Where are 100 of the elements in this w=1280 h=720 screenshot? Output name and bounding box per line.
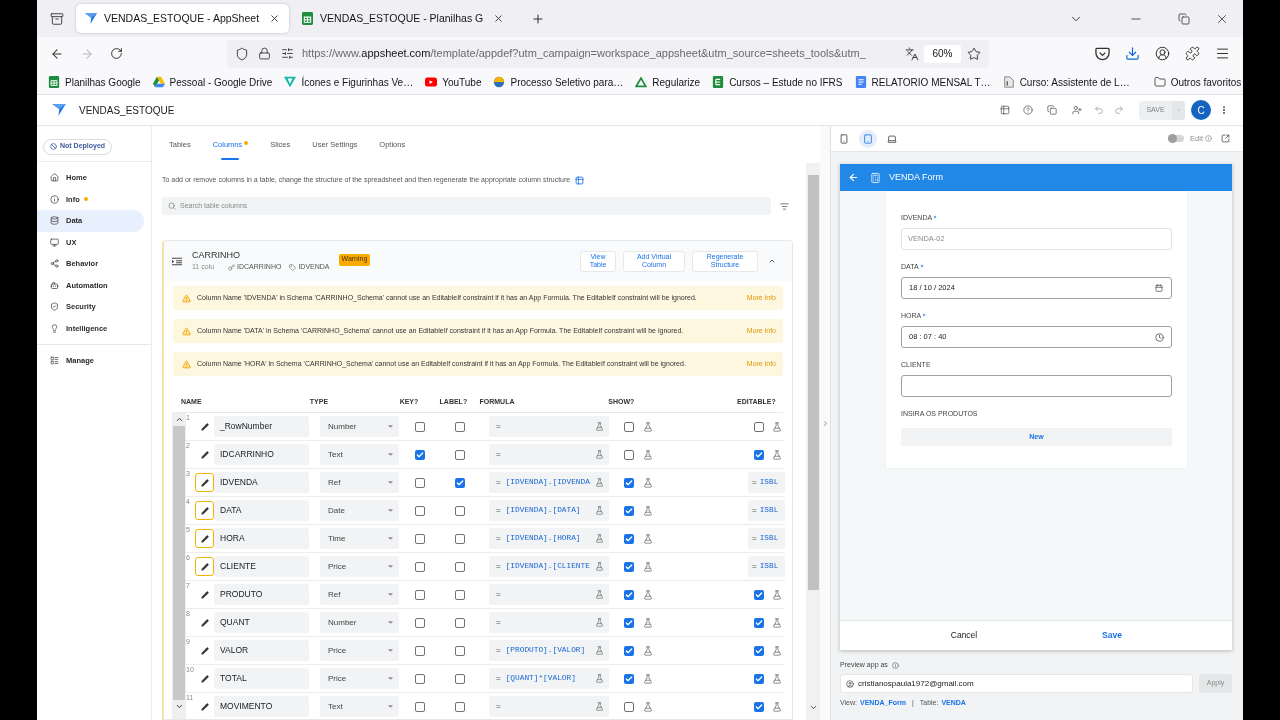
flask-icon[interactable]: [595, 450, 604, 459]
zoom-level-button[interactable]: 60%: [924, 44, 961, 63]
checkbox[interactable]: [455, 533, 465, 544]
type-select[interactable]: Ref: [320, 472, 399, 493]
flask-icon[interactable]: [595, 534, 604, 543]
checkbox[interactable]: [754, 617, 764, 628]
extensions-icon[interactable]: [1185, 46, 1200, 61]
checkbox[interactable]: [455, 561, 465, 572]
pouch-icon[interactable]: [1095, 46, 1110, 61]
flask-icon[interactable]: [595, 646, 604, 655]
name-field[interactable]: IDCARRINHO: [214, 444, 309, 465]
calendar-icon[interactable]: [1155, 284, 1163, 292]
checkbox[interactable]: [624, 449, 634, 460]
shield-icon[interactable]: [235, 46, 249, 61]
type-select[interactable]: Number: [320, 416, 399, 437]
flask-icon[interactable]: [643, 421, 653, 432]
bookmark[interactable]: Ícones e Figurinhas Ve…: [284, 72, 414, 92]
browser-tab[interactable]: VENDAS_ESTOQUE - AppSheet: [76, 4, 290, 33]
checkbox[interactable]: [455, 505, 465, 516]
flask-icon[interactable]: [643, 617, 653, 628]
type-select[interactable]: Text: [320, 444, 399, 465]
lock-icon[interactable]: [258, 47, 271, 60]
flask-icon[interactable]: [772, 701, 782, 712]
formula-field[interactable]: =: [489, 612, 609, 633]
checkbox[interactable]: [455, 421, 465, 432]
back-arrow-icon[interactable]: [848, 172, 859, 183]
input-field[interactable]: [901, 375, 1172, 397]
collapse-icon[interactable]: [768, 257, 776, 265]
formula-field[interactable]: =: [489, 416, 609, 437]
scroll-down-icon[interactable]: [174, 702, 184, 711]
type-select[interactable]: Time: [320, 528, 399, 549]
checkbox[interactable]: [455, 617, 465, 628]
name-field[interactable]: PRODUTO: [214, 584, 309, 605]
bookmark[interactable]: Regularize: [635, 72, 701, 92]
checkbox[interactable]: [624, 477, 634, 488]
flask-icon[interactable]: [643, 561, 653, 572]
flask-icon[interactable]: [643, 589, 653, 600]
scroll-down-icon[interactable]: [808, 703, 818, 712]
filter-icon[interactable]: [780, 201, 789, 211]
name-field[interactable]: HORA: [214, 528, 309, 549]
checkbox[interactable]: [414, 421, 425, 432]
expand-handle-icon[interactable]: [821, 419, 829, 427]
checkbox[interactable]: [754, 645, 764, 656]
account-icon[interactable]: [1155, 46, 1170, 61]
checkbox[interactable]: [624, 701, 634, 712]
name-field[interactable]: QUANT: [214, 612, 309, 633]
checkbox[interactable]: [414, 617, 425, 628]
scrollbar-thumb[interactable]: [173, 426, 185, 700]
formula-field[interactable]: =: [489, 444, 609, 465]
open-external-icon[interactable]: [1221, 134, 1230, 143]
save-button[interactable]: Save: [1062, 624, 1162, 647]
checkbox[interactable]: [754, 701, 764, 712]
checkbox[interactable]: [414, 645, 425, 656]
bookmark[interactable]: RELATORIO MENSAL T…: [854, 72, 991, 92]
reload-icon[interactable]: [110, 47, 123, 60]
back-icon[interactable]: [50, 46, 64, 61]
formula-field[interactable]: =: [489, 584, 609, 605]
type-select[interactable]: Text: [320, 696, 399, 717]
flask-icon[interactable]: [772, 421, 782, 432]
help-icon[interactable]: [1023, 105, 1033, 115]
flask-icon[interactable]: [595, 590, 604, 599]
checkbox[interactable]: [414, 561, 425, 572]
checkbox[interactable]: [455, 673, 465, 684]
add-user-icon[interactable]: [1072, 105, 1082, 115]
cancel-button[interactable]: Cancel: [914, 624, 1014, 647]
checkbox[interactable]: [624, 589, 634, 600]
checkbox[interactable]: [455, 477, 465, 488]
clock-icon[interactable]: [1155, 332, 1164, 342]
checkbox[interactable]: [414, 533, 425, 544]
type-select[interactable]: Date: [320, 500, 399, 521]
checkbox[interactable]: [624, 561, 634, 572]
menu-icon[interactable]: [1215, 46, 1230, 61]
flask-icon[interactable]: [595, 422, 604, 431]
toggle-switch[interactable]: [1168, 135, 1185, 142]
flask-icon[interactable]: [643, 533, 653, 544]
flask-icon[interactable]: [772, 589, 782, 600]
checkbox[interactable]: [414, 701, 425, 712]
edit-button[interactable]: [195, 501, 214, 520]
checkbox[interactable]: [624, 645, 634, 656]
checkbox[interactable]: [624, 421, 634, 432]
table-icon[interactable]: [1000, 105, 1010, 115]
type-select[interactable]: Price: [320, 640, 399, 661]
avatar[interactable]: C: [1191, 100, 1211, 120]
scrollbar-thumb[interactable]: [807, 175, 819, 590]
checkbox[interactable]: [414, 673, 425, 684]
type-select[interactable]: Price: [320, 668, 399, 689]
name-field[interactable]: DATA: [214, 500, 309, 521]
flask-icon[interactable]: [643, 505, 653, 516]
table-icon[interactable]: [574, 175, 586, 185]
flask-icon[interactable]: [643, 449, 653, 460]
checkbox[interactable]: [624, 617, 634, 628]
checkbox[interactable]: [754, 421, 764, 432]
sliders-icon[interactable]: [281, 47, 294, 60]
checkbox[interactable]: [455, 589, 465, 600]
scroll-up-icon[interactable]: [174, 415, 184, 424]
type-select[interactable]: Ref: [320, 584, 399, 605]
flask-icon[interactable]: [643, 645, 653, 656]
bookmark[interactable]: YouTube: [425, 72, 482, 92]
bookmark-folder[interactable]: Outros favoritos: [1153, 74, 1242, 90]
flask-icon[interactable]: [643, 701, 653, 712]
